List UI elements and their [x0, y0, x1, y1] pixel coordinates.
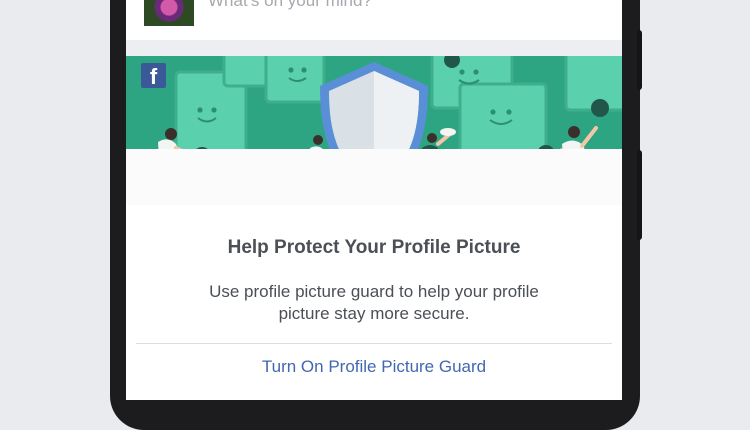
- card-description: Use profile picture guard to help your p…: [209, 282, 539, 323]
- divider: [136, 343, 612, 344]
- phone-side-button: [637, 150, 642, 240]
- facebook-f-icon: f: [141, 63, 166, 89]
- card-title: Help Protect Your Profile Picture: [227, 237, 521, 258]
- profile-guard-card: Help Protect Your Profile Picture Use pr…: [126, 205, 622, 400]
- feed-separator: [126, 40, 622, 56]
- phone-screen: What's on your mind? f Help Protect Your…: [126, 0, 622, 400]
- turn-on-guard-button[interactable]: Turn On Profile Picture Guard: [126, 357, 622, 377]
- composer-placeholder[interactable]: What's on your mind?: [208, 0, 372, 11]
- status-composer[interactable]: What's on your mind?: [126, 0, 622, 40]
- illustration-ground: [126, 149, 622, 205]
- phone-side-button: [637, 30, 642, 90]
- avatar: [144, 0, 194, 26]
